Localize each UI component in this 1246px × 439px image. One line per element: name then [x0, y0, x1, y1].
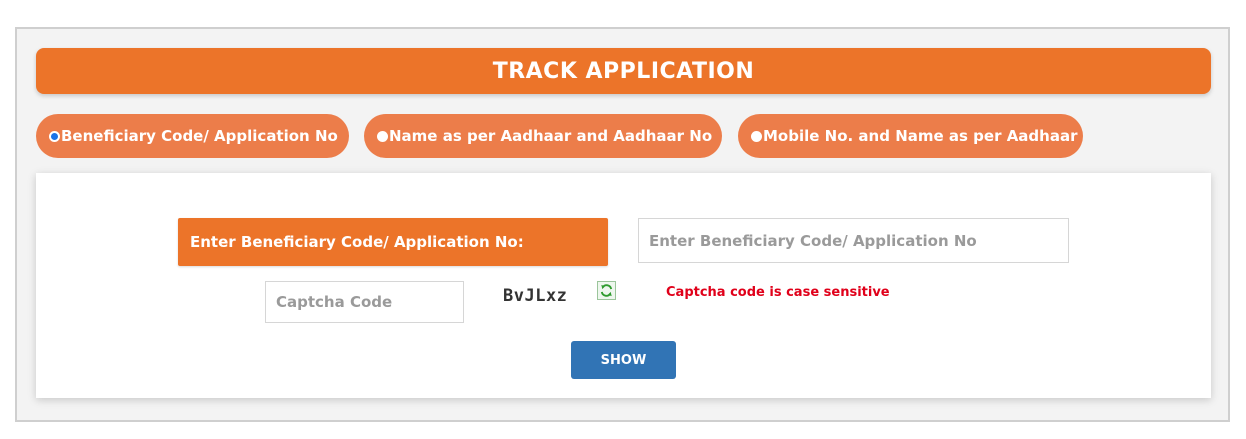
show-button[interactable]: SHOW: [571, 341, 676, 379]
radio-icon[interactable]: [751, 130, 762, 142]
option-label: Mobile No. and Name as per Aadhaar: [763, 127, 1078, 145]
captcha-image: BvJLxz: [503, 286, 568, 306]
radio-icon[interactable]: [377, 130, 388, 142]
captcha-case-hint: Captcha code is case sensitive: [666, 285, 890, 300]
option-aadhaar-name[interactable]: Name as per Aadhaar and Aadhaar No: [364, 114, 722, 158]
application-number-input[interactable]: [638, 218, 1069, 263]
radio-selected-icon[interactable]: [49, 130, 60, 142]
option-label: Name as per Aadhaar and Aadhaar No: [389, 127, 713, 145]
option-mobile-name[interactable]: Mobile No. and Name as per Aadhaar: [738, 114, 1083, 158]
option-label: Beneficiary Code/ Application No: [61, 127, 338, 145]
application-field-label: Enter Beneficiary Code/ Application No:: [178, 218, 608, 266]
captcha-input[interactable]: [265, 281, 464, 323]
refresh-icon: [600, 284, 613, 297]
page-title: TRACK APPLICATION: [36, 48, 1211, 94]
refresh-captcha-button[interactable]: [597, 281, 616, 300]
option-beneficiary-code[interactable]: Beneficiary Code/ Application No: [36, 114, 349, 158]
